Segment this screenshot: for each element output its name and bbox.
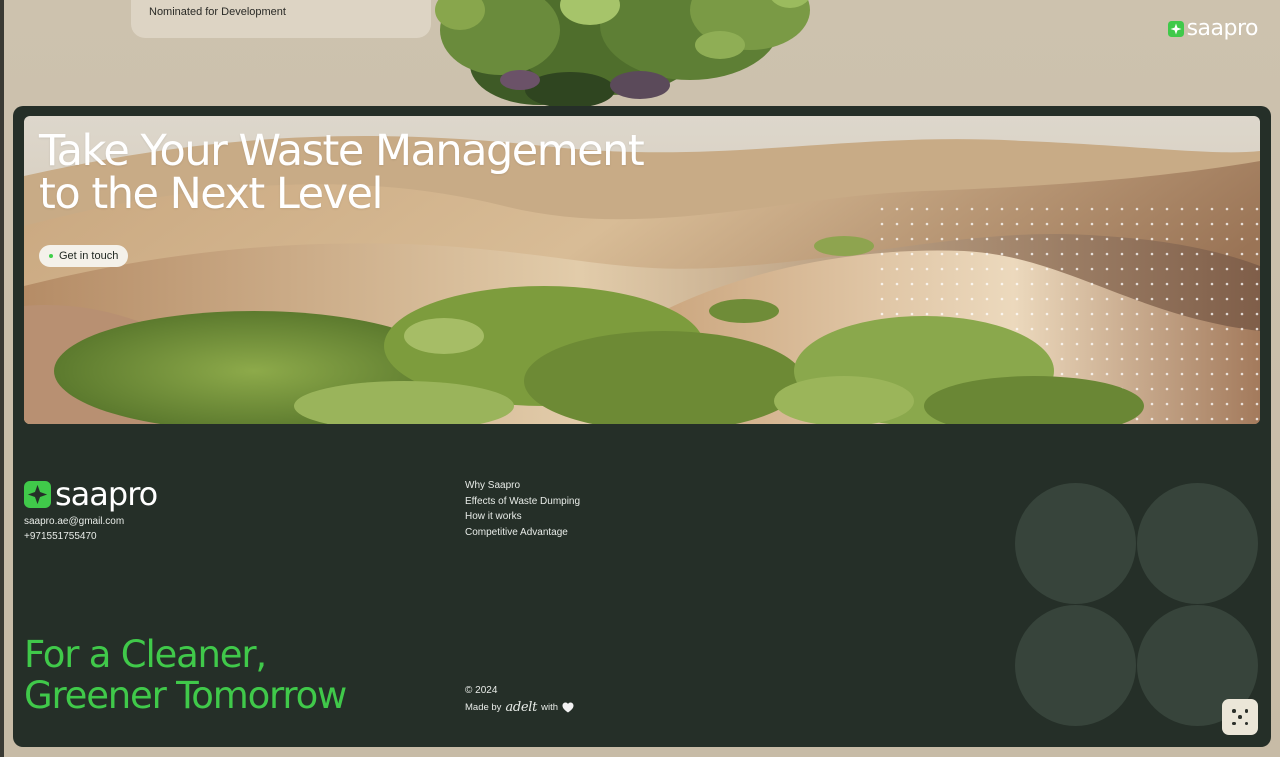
made-by-prefix: Made by — [465, 702, 502, 713]
hero-title: Take Your Waste Management to the Next L… — [39, 126, 645, 219]
tagline-line-1: For a Cleaner, — [24, 633, 267, 676]
tree-foliage-image — [435, 0, 810, 108]
footer-logo[interactable]: saapro — [24, 475, 158, 513]
hero-title-line-1: Take Your Waste Management — [39, 126, 645, 176]
hero-banner: Take Your Waste Management to the Next L… — [24, 116, 1260, 424]
footer-tagline: For a Cleaner, Greener Tomorrow — [24, 633, 347, 717]
dice-dot-icon — [1244, 721, 1248, 725]
nomination-card: Nominated for Development — [131, 0, 431, 38]
dice-dot-icon — [1232, 709, 1236, 713]
page: Nominated for Development saapro Take Yo… — [0, 0, 1280, 757]
sparkle-logo-icon — [1167, 20, 1184, 37]
nav-link-competitive-advantage[interactable]: Competitive Advantage — [465, 525, 580, 541]
header-logo-text: saapro — [1186, 16, 1259, 41]
nomination-text: Nominated for Development — [149, 6, 286, 18]
dice-dot-icon — [1238, 715, 1242, 719]
header-logo[interactable]: saapro — [1167, 16, 1259, 41]
sparkle-logo-icon — [24, 480, 51, 508]
nav-link-effects-of-waste-dumping[interactable]: Effects of Waste Dumping — [465, 494, 580, 510]
hero-title-line-2: to the Next Level — [39, 169, 383, 219]
contact-info: saapro.ae@gmail.com +971551755470 — [24, 514, 124, 544]
phone-link[interactable]: +971551755470 — [24, 529, 124, 544]
dice-dot-icon — [1244, 709, 1248, 713]
get-in-touch-label: Get in touch — [59, 250, 119, 262]
nav-link-how-it-works[interactable]: How it works — [465, 509, 580, 525]
tagline-line-2: Greener Tomorrow — [24, 674, 347, 717]
decorative-circle — [1015, 483, 1136, 604]
nav-link-why-saapro[interactable]: Why Saapro — [465, 478, 580, 494]
get-in-touch-button[interactable]: Get in touch — [39, 245, 129, 267]
decorative-circle — [1137, 483, 1258, 604]
footer-logo-text: saapro — [55, 475, 158, 513]
decorative-circle — [1015, 605, 1136, 726]
footer-nav: Why Saapro Effects of Waste Dumping How … — [465, 478, 580, 540]
made-by-brand-link[interactable]: adelt — [505, 700, 537, 715]
window-edge — [0, 0, 4, 757]
dice-dot-icon — [1232, 721, 1236, 725]
dice-dots-button[interactable] — [1222, 699, 1258, 735]
copyright-text: © 2024 — [465, 685, 498, 696]
email-link[interactable]: saapro.ae@gmail.com — [24, 514, 124, 529]
made-by-credit: Made by adelt with — [465, 700, 574, 715]
green-dot-icon — [49, 254, 53, 258]
made-by-suffix: with — [541, 702, 558, 713]
heart-icon — [562, 702, 574, 713]
